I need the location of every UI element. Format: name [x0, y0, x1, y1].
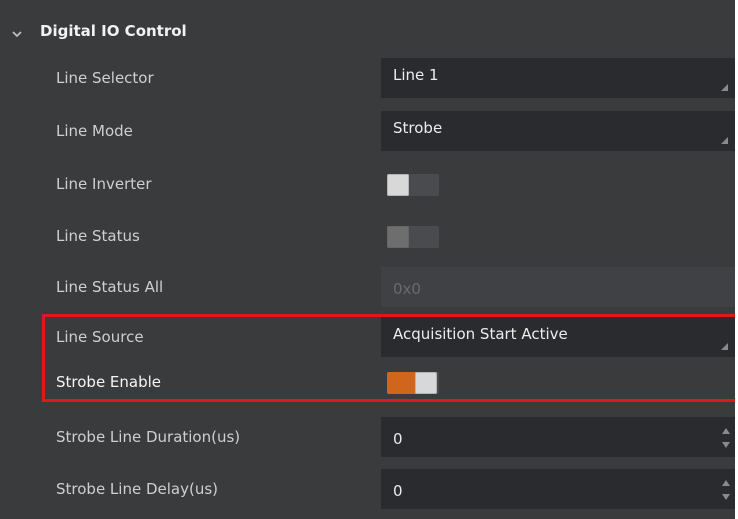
chevron-down-icon[interactable] — [10, 27, 24, 41]
dropdown-corner-icon — [721, 84, 728, 91]
row-line-selector: Line Selector Line 1 — [0, 53, 735, 103]
line-selector-dropdown[interactable]: Line 1 — [381, 58, 735, 98]
strobe-line-duration-label: Strobe Line Duration(us) — [56, 428, 241, 446]
section-header-digital-io-control[interactable]: Digital IO Control — [0, 10, 735, 56]
properties-panel: Digital IO Control Line Selector Line 1 … — [0, 0, 735, 519]
strobe-line-delay-spinbox[interactable]: 0 — [381, 469, 735, 509]
line-selector-value: Line 1 — [393, 66, 439, 84]
line-selector-label: Line Selector — [56, 69, 154, 87]
line-mode-label: Line Mode — [56, 122, 133, 140]
line-mode-value: Strobe — [393, 119, 443, 137]
strobe-line-duration-spinbox[interactable]: 0 — [381, 417, 735, 457]
row-line-status: Line Status — [0, 211, 735, 261]
spin-arrows-icon[interactable] — [721, 479, 731, 501]
line-status-all-value: 0x0 — [393, 280, 421, 298]
strobe-line-delay-value: 0 — [393, 482, 403, 500]
line-status-label: Line Status — [56, 227, 140, 245]
row-strobe-line-delay: Strobe Line Delay(us) 0 — [0, 464, 735, 514]
dropdown-corner-icon — [721, 137, 728, 144]
section-title: Digital IO Control — [40, 22, 187, 40]
line-status-all-field: 0x0 — [381, 267, 735, 307]
line-status-toggle — [387, 226, 439, 248]
line-inverter-toggle[interactable] — [387, 174, 439, 196]
spin-arrows-icon[interactable] — [721, 427, 731, 449]
line-mode-dropdown[interactable]: Strobe — [381, 111, 735, 151]
line-inverter-label: Line Inverter — [56, 175, 152, 193]
row-strobe-line-duration: Strobe Line Duration(us) 0 — [0, 412, 735, 462]
row-line-mode: Line Mode Strobe — [0, 106, 735, 156]
toggle-knob — [387, 226, 409, 248]
line-status-all-label: Line Status All — [56, 278, 164, 296]
strobe-line-delay-label: Strobe Line Delay(us) — [56, 480, 219, 498]
toggle-knob — [387, 174, 409, 196]
highlight-box — [42, 314, 735, 402]
row-line-inverter: Line Inverter — [0, 159, 735, 209]
strobe-line-duration-value: 0 — [393, 430, 403, 448]
row-line-status-all: Line Status All 0x0 — [0, 262, 735, 312]
